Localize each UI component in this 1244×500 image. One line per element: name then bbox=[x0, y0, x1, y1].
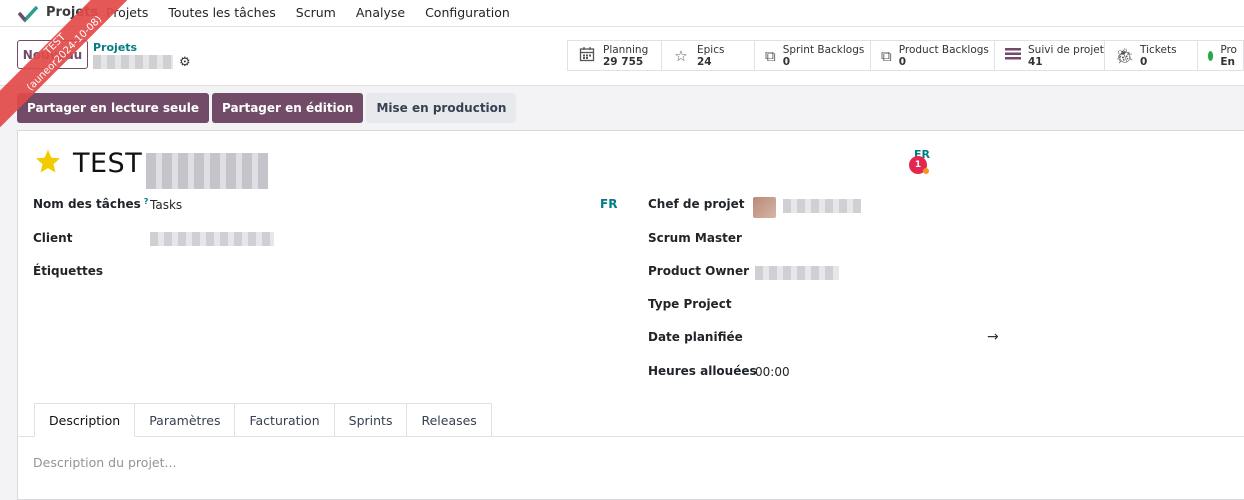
app-logo-icon[interactable] bbox=[18, 5, 38, 23]
stat-label: Product Backlogs bbox=[898, 43, 989, 56]
stat-button-epics[interactable]: ☆ Epics 24 bbox=[661, 40, 754, 71]
smart-buttons: Planning 29 755 ☆ Epics 24 ⧉ Sprint Backlo… bbox=[567, 40, 1244, 71]
language-button[interactable]: FR bbox=[600, 197, 617, 211]
tags-label: Étiquettes bbox=[33, 264, 104, 278]
copy-icon: ⧉ bbox=[881, 46, 892, 65]
client-value-redacted[interactable] bbox=[150, 232, 274, 246]
stat-value: 29 755 bbox=[603, 55, 644, 68]
menu-item-toutes-les-taches[interactable]: Toutes les tâches bbox=[168, 5, 275, 20]
tab-sprints[interactable]: Sprints bbox=[334, 403, 408, 437]
calendar-icon bbox=[578, 46, 596, 66]
task-name-label: Nom des tâches? bbox=[33, 197, 149, 211]
product-owner-value-redacted[interactable] bbox=[755, 266, 839, 280]
help-tooltip-icon[interactable]: ? bbox=[144, 197, 149, 206]
product-owner-label: Product Owner bbox=[648, 264, 750, 278]
allocated-hours-value[interactable]: 00:00 bbox=[755, 365, 790, 379]
top-navbar: Projets Projets Toutes les tâches Scrum … bbox=[0, 0, 1244, 27]
app-name[interactable]: Projets bbox=[46, 5, 98, 20]
date-range-arrow-icon: → bbox=[987, 329, 999, 345]
stat-value: 0 bbox=[898, 55, 907, 68]
stat-button-product-backlogs[interactable]: ⧉ Product Backlogs 0 bbox=[870, 40, 994, 71]
bug-icon: 🐞︎ bbox=[1115, 46, 1135, 65]
list-icon bbox=[1005, 47, 1021, 65]
manager-value-redacted[interactable] bbox=[783, 199, 861, 213]
menu-item-analyse[interactable]: Analyse bbox=[356, 5, 405, 20]
menu-item-projets[interactable]: Projets bbox=[106, 5, 148, 20]
header-actions: Partager en lecture seule Partager en éd… bbox=[17, 93, 517, 123]
share-readonly-button[interactable]: Partager en lecture seule bbox=[17, 93, 209, 123]
production-button[interactable]: Mise en production bbox=[366, 93, 517, 123]
avatar bbox=[753, 197, 776, 218]
stat-value: 0 bbox=[782, 55, 791, 68]
scrum-master-label: Scrum Master bbox=[648, 231, 742, 245]
stat-value: 41 bbox=[1028, 55, 1043, 68]
client-label: Client bbox=[33, 231, 73, 245]
manager-label: Chef de projet bbox=[648, 197, 745, 211]
notebook-tabs: Description Paramètres Facturation Sprin… bbox=[34, 403, 492, 437]
copy-icon: ⧉ bbox=[765, 46, 776, 65]
stat-value: 0 bbox=[1140, 55, 1148, 68]
description-editor[interactable]: Description du projet... bbox=[33, 455, 176, 470]
stat-button-sprint-backlogs[interactable]: ⧉ Sprint Backlogs 0 bbox=[754, 40, 870, 71]
tab-facturation[interactable]: Facturation bbox=[235, 403, 335, 437]
stat-label: Planning bbox=[603, 43, 649, 56]
breadcrumb-parent[interactable]: Projets bbox=[93, 41, 137, 54]
menu-item-configuration[interactable]: Configuration bbox=[425, 5, 510, 20]
status-dot-icon bbox=[1208, 50, 1214, 61]
tab-description[interactable]: Description bbox=[34, 403, 136, 437]
share-edit-button[interactable]: Partager en édition bbox=[211, 93, 364, 123]
stat-label: Tickets bbox=[1140, 43, 1177, 56]
project-title[interactable]: TEST bbox=[73, 148, 142, 179]
stat-label: Pro bbox=[1220, 43, 1237, 56]
task-name-value[interactable]: Tasks bbox=[150, 198, 182, 212]
menu-item-scrum[interactable]: Scrum bbox=[296, 5, 336, 20]
tab-parametres[interactable]: Paramètres bbox=[135, 403, 236, 437]
stat-button-project-status[interactable]: Pro En bbox=[1197, 40, 1244, 71]
tab-releases[interactable]: Releases bbox=[407, 403, 492, 437]
main-menu: Projets Toutes les tâches Scrum Analyse … bbox=[106, 5, 530, 20]
favorite-star-icon[interactable] bbox=[33, 148, 63, 176]
stat-label: Epics bbox=[697, 43, 725, 56]
allocated-hours-label: Heures allouées bbox=[648, 364, 757, 378]
star-outline-icon: ☆ bbox=[674, 46, 688, 65]
control-panel: Nouveau Projets ⚙ Planning 29 755 ☆ Epics… bbox=[0, 27, 1244, 86]
new-button[interactable]: Nouveau bbox=[17, 40, 88, 69]
project-title-redacted bbox=[146, 153, 268, 189]
stat-button-planning[interactable]: Planning 29 755 bbox=[567, 40, 661, 71]
stat-label: Suivi de projet bbox=[1028, 43, 1104, 56]
stat-value: En bbox=[1220, 55, 1235, 68]
planned-date-label: Date planifiée bbox=[648, 330, 743, 344]
form-sheet: TEST FR 1 Nom des tâches? Tasks FR Clien… bbox=[17, 130, 1244, 500]
stat-value: 24 bbox=[697, 55, 712, 68]
type-project-label: Type Project bbox=[648, 297, 732, 311]
stat-label: Sprint Backlogs bbox=[782, 43, 865, 56]
breadcrumb-current-redacted bbox=[93, 55, 173, 69]
gear-icon[interactable]: ⚙ bbox=[179, 55, 191, 70]
stat-button-tickets[interactable]: 🐞︎ Tickets 0 bbox=[1104, 40, 1197, 71]
stat-button-suivi-de-projet[interactable]: Suivi de projet 41 bbox=[994, 40, 1104, 71]
status-dot-icon bbox=[923, 168, 929, 174]
